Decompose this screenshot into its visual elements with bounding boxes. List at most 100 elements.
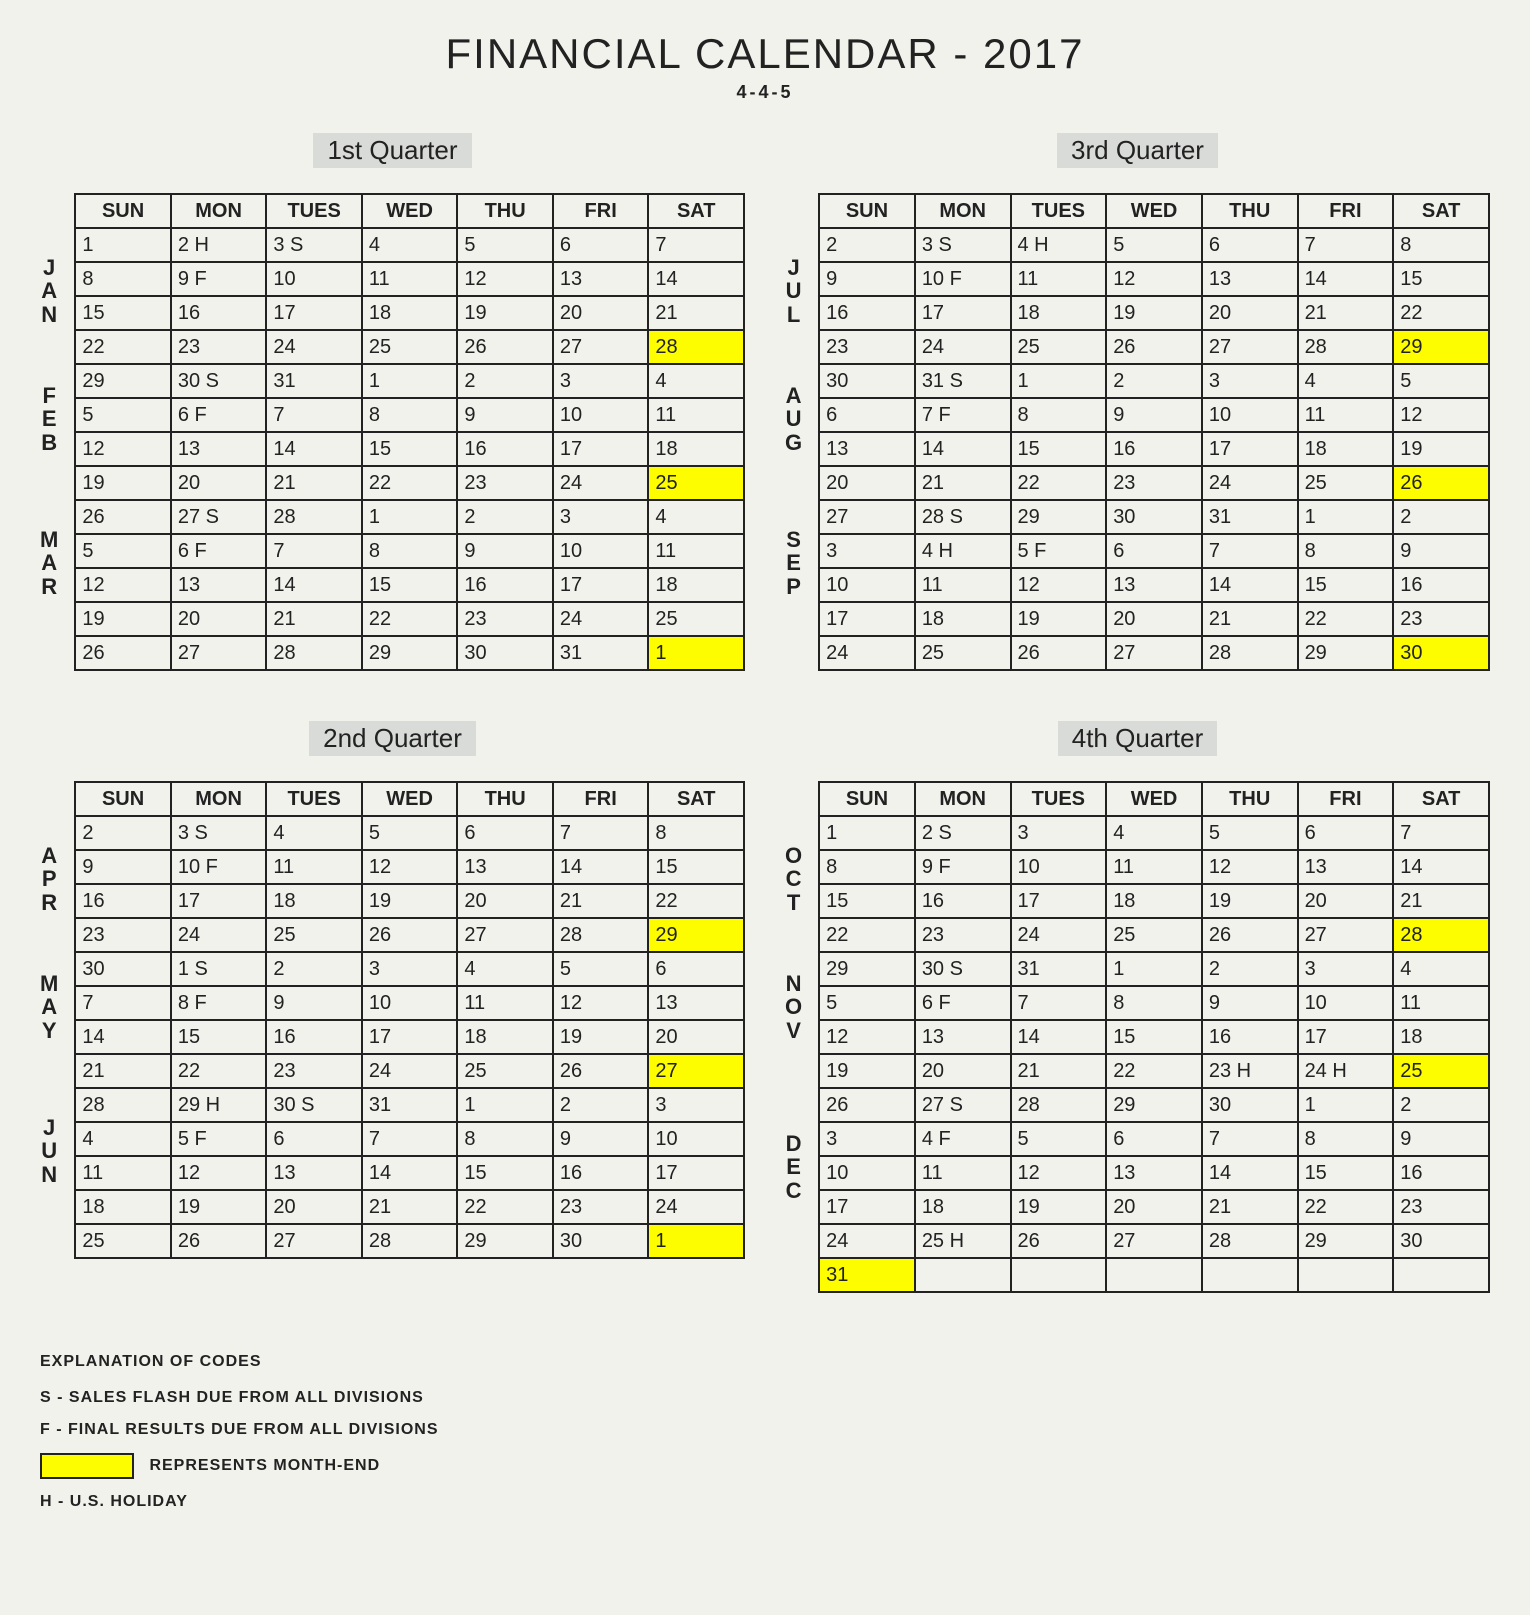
calendar-cell: 29 — [819, 952, 915, 986]
calendar-cell: 11 — [915, 1156, 1011, 1190]
calendar-cell: 4 — [266, 816, 362, 850]
calendar-cell: 17 — [1011, 884, 1107, 918]
calendar-cell: 4 F — [915, 1122, 1011, 1156]
calendar-cell: 18 — [362, 296, 458, 330]
calendar-cell: 8 — [362, 398, 458, 432]
calendar-cell: 30 — [1106, 500, 1202, 534]
calendar-cell — [1106, 1258, 1202, 1292]
month-label: AUG — [785, 355, 802, 483]
calendar-cell: 13 — [1202, 262, 1298, 296]
calendar-cell: 26 — [1106, 330, 1202, 364]
calendar-cell: 13 — [1106, 568, 1202, 602]
calendar-cell: 4 — [1298, 364, 1394, 398]
calendar-cell: 17 — [362, 1020, 458, 1054]
calendar-cell: 14 — [648, 262, 744, 296]
calendar-table: SUNMONTUESWEDTHUFRISAT23 S4 H5678910 F11… — [802, 193, 1490, 671]
calendar-cell: 23 — [1393, 602, 1489, 636]
legend: EXPLANATION OF CODES S - SALES FLASH DUE… — [40, 1353, 1490, 1511]
calendar-cell: 12 — [457, 262, 553, 296]
calendar-cell: 24 — [171, 918, 267, 952]
calendar-cell: 14 — [915, 432, 1011, 466]
calendar-cell: 13 — [1298, 850, 1394, 884]
calendar-cell: 23 — [819, 330, 915, 364]
day-header: FRI — [1298, 194, 1394, 228]
calendar-cell: 1 — [362, 364, 458, 398]
calendar-cell: 28 — [1393, 918, 1489, 952]
month-end-swatch — [40, 1453, 134, 1479]
calendar-cell: 28 S — [915, 500, 1011, 534]
calendar-cell: 15 — [1393, 262, 1489, 296]
calendar-cell: 10 F — [915, 262, 1011, 296]
calendar-cell: 5 — [362, 816, 458, 850]
calendar-cell — [1202, 1258, 1298, 1292]
calendar-cell: 10 — [819, 1156, 915, 1190]
calendar-cell: 13 — [457, 850, 553, 884]
calendar-cell: 17 — [171, 884, 267, 918]
calendar-cell: 25 — [1298, 466, 1394, 500]
calendar-cell: 24 — [915, 330, 1011, 364]
calendar-cell: 15 — [1298, 1156, 1394, 1190]
calendar-cell: 20 — [648, 1020, 744, 1054]
calendar-cell: 28 — [362, 1224, 458, 1258]
calendar-cell: 10 — [1202, 398, 1298, 432]
calendar-cell: 5 — [819, 986, 915, 1020]
calendar-cell: 15 — [1011, 432, 1107, 466]
calendar-cell: 2 — [1106, 364, 1202, 398]
calendar-cell: 22 — [1011, 466, 1107, 500]
calendar-cell: 11 — [915, 568, 1011, 602]
calendar-cell: 3 — [1202, 364, 1298, 398]
calendar-cell: 23 — [171, 330, 267, 364]
month-label: MAY — [40, 943, 58, 1071]
calendar-cell: 26 — [362, 918, 458, 952]
calendar-cell: 17 — [553, 568, 649, 602]
calendar-cell: 11 — [75, 1156, 171, 1190]
calendar-cell: 22 — [171, 1054, 267, 1088]
calendar-cell: 25 H — [915, 1224, 1011, 1258]
calendar-cell: 17 — [1202, 432, 1298, 466]
calendar-cell: 15 — [1298, 568, 1394, 602]
calendar-cell: 3 S — [266, 228, 362, 262]
calendar-cell: 28 — [1202, 1224, 1298, 1258]
calendar-cell: 15 — [362, 432, 458, 466]
calendar-cell: 31 — [266, 364, 362, 398]
calendar-cell: 3 — [1298, 952, 1394, 986]
calendar-cell: 24 — [1202, 466, 1298, 500]
calendar-cell: 29 — [1106, 1088, 1202, 1122]
calendar-cell: 26 — [171, 1224, 267, 1258]
calendar-cell: 7 — [648, 228, 744, 262]
month-label: APR — [40, 815, 58, 943]
calendar-cell: 11 — [1106, 850, 1202, 884]
day-header: WED — [1106, 194, 1202, 228]
calendar-cell: 27 — [819, 500, 915, 534]
day-header: WED — [362, 782, 458, 816]
calendar-cell: 20 — [1106, 602, 1202, 636]
calendar-cell: 16 — [171, 296, 267, 330]
calendar-cell: 30 S — [171, 364, 267, 398]
calendar-cell: 26 — [75, 636, 171, 670]
calendar-cell: 10 — [553, 534, 649, 568]
calendar-cell: 28 — [266, 500, 362, 534]
calendar-cell: 20 — [915, 1054, 1011, 1088]
calendar-cell: 18 — [1011, 296, 1107, 330]
calendar-cell: 7 — [266, 534, 362, 568]
legend-title: EXPLANATION OF CODES — [40, 1353, 1490, 1371]
quarter: 2nd QuarterAPRMAYJUNSUNMONTUESWEDTHUFRIS… — [40, 721, 745, 1293]
calendar-cell: 1 — [648, 1224, 744, 1258]
calendar-cell: 3 — [553, 500, 649, 534]
calendar-cell: 14 — [266, 432, 362, 466]
month-label: JUL — [785, 227, 802, 355]
calendar-cell: 25 — [75, 1224, 171, 1258]
calendar-cell: 31 — [819, 1258, 915, 1292]
calendar-cell: 26 — [1202, 918, 1298, 952]
calendar-cell: 25 — [648, 602, 744, 636]
calendar-cell: 20 — [553, 296, 649, 330]
calendar-cell: 25 — [1106, 918, 1202, 952]
calendar-cell: 11 — [1298, 398, 1394, 432]
calendar-cell: 1 — [1298, 500, 1394, 534]
day-header: MON — [171, 194, 267, 228]
quarter: 3rd QuarterJULAUGSEPSUNMONTUESWEDTHUFRIS… — [785, 133, 1490, 671]
calendar-cell: 2 — [819, 228, 915, 262]
calendar-cell: 2 — [1202, 952, 1298, 986]
calendar-cell: 13 — [553, 262, 649, 296]
calendar-cell: 20 — [819, 466, 915, 500]
